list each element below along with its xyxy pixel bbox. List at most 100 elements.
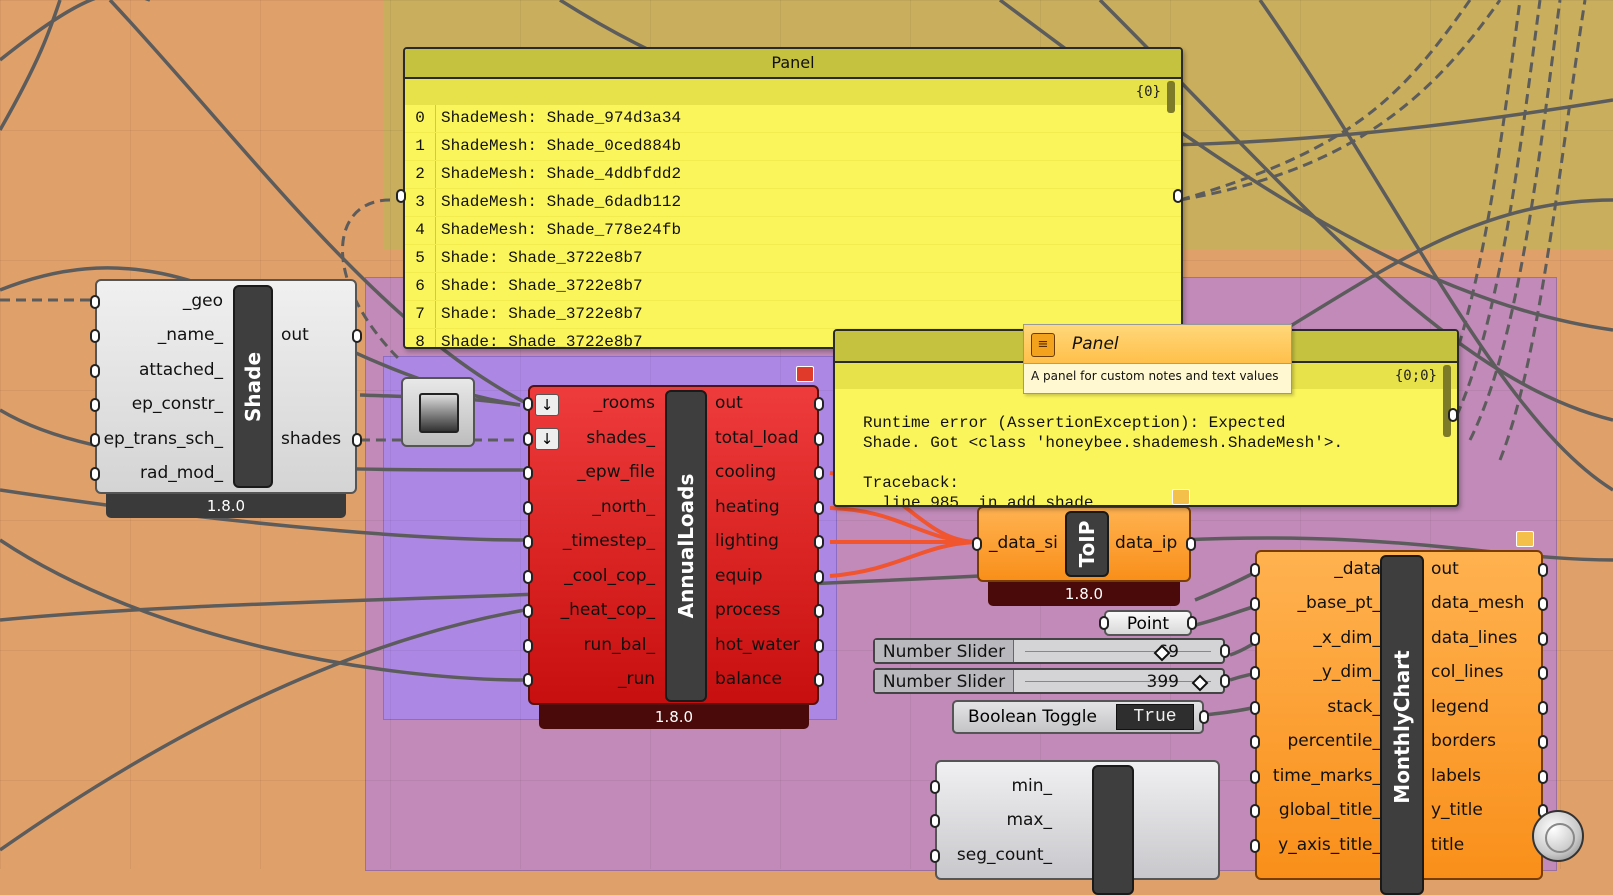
component-title[interactable]	[1092, 765, 1134, 895]
component-title[interactable]: Shade	[233, 285, 273, 488]
panel-row: 4 ShadeMesh: Shade_778e24fb	[405, 217, 1181, 245]
number-slider[interactable]: Number Slider 399	[873, 668, 1230, 694]
canvas-navigation-widget[interactable]	[1532, 810, 1584, 862]
output-port[interactable]	[1538, 701, 1548, 715]
output-port[interactable]	[814, 570, 824, 584]
output-port[interactable]	[814, 501, 824, 515]
row-text: ShadeMesh: Shade_778e24fb	[441, 221, 682, 239]
input-port[interactable]	[1250, 563, 1260, 577]
toggle-value[interactable]: True	[1116, 704, 1194, 730]
wire-dashed	[1468, 0, 1562, 441]
boolean-toggle[interactable]: Boolean Toggle True	[952, 700, 1209, 734]
output-port[interactable]	[1538, 735, 1548, 749]
panel-scrollbar[interactable]	[1443, 365, 1451, 437]
input-port[interactable]	[1250, 770, 1260, 784]
input-label-heat-cop: _heat_cop_	[560, 600, 655, 620]
output-port[interactable]	[1538, 597, 1548, 611]
panel-shade-list[interactable]: Panel {0} 0 ShadeMesh: Shade_974d3a34 1 Sh…	[403, 47, 1183, 349]
input-port[interactable]	[523, 432, 533, 446]
output-port[interactable]	[814, 604, 824, 618]
input-port[interactable]	[90, 295, 100, 309]
output-label-data-lines: data_lines	[1431, 628, 1518, 648]
input-port[interactable]	[523, 639, 533, 653]
annual-loads-component[interactable]: ↓ ↓ _rooms shades_ _epw_file _north_ _ti…	[523, 385, 824, 705]
input-port[interactable]	[1250, 735, 1260, 749]
input-port[interactable]	[523, 501, 533, 515]
output-port[interactable]	[814, 466, 824, 480]
row-text: ShadeMesh: Shade_4ddbfdd2	[441, 165, 682, 183]
output-port[interactable]	[1199, 710, 1209, 724]
input-port[interactable]	[90, 329, 100, 343]
toip-component[interactable]: _data_si ToIP data_ip	[972, 506, 1196, 582]
input-port[interactable]	[90, 398, 100, 412]
message-bubble-icon[interactable]	[1516, 531, 1534, 547]
output-port[interactable]	[1220, 644, 1230, 658]
output-port[interactable]	[814, 432, 824, 446]
message-bubble-icon[interactable]	[1172, 489, 1190, 505]
output-port[interactable]	[352, 329, 362, 343]
input-port[interactable]	[1099, 616, 1109, 630]
output-label-borders: borders	[1431, 731, 1496, 751]
output-port[interactable]	[1448, 408, 1458, 422]
output-port[interactable]	[1173, 189, 1183, 203]
panel-title[interactable]: Panel	[405, 49, 1181, 79]
output-port[interactable]	[814, 673, 824, 687]
input-port[interactable]	[523, 570, 533, 584]
input-port[interactable]	[90, 364, 100, 378]
input-port[interactable]	[930, 849, 940, 863]
output-label-data-ip: data_ip	[1115, 533, 1178, 553]
relay-param[interactable]	[401, 377, 475, 447]
message-bubble-icon[interactable]	[796, 366, 814, 382]
input-port[interactable]	[90, 433, 100, 447]
point-param[interactable]: Point	[1099, 610, 1197, 636]
slider-track[interactable]	[1025, 651, 1211, 652]
input-port[interactable]	[523, 604, 533, 618]
output-port[interactable]	[1220, 674, 1230, 688]
input-port[interactable]	[523, 535, 533, 549]
input-port[interactable]	[1250, 804, 1260, 818]
monthly-chart-component[interactable]: _data _base_pt_ _x_dim_ _y_dim_ stack_ p…	[1250, 550, 1548, 895]
component-title[interactable]: ToIP	[1065, 511, 1109, 577]
input-port[interactable]	[523, 397, 533, 411]
input-port[interactable]	[523, 673, 533, 687]
input-port[interactable]	[1250, 597, 1260, 611]
output-label-out: out	[715, 393, 743, 413]
output-port[interactable]	[814, 535, 824, 549]
input-port[interactable]	[523, 466, 533, 480]
output-port[interactable]	[352, 433, 362, 447]
domain-component[interactable]: min_ max_ seg_count_	[930, 760, 1220, 895]
output-port[interactable]	[1538, 563, 1548, 577]
output-port[interactable]	[1538, 666, 1548, 680]
input-port[interactable]	[972, 537, 982, 551]
input-port[interactable]	[930, 814, 940, 828]
input-port[interactable]	[396, 189, 406, 203]
input-port[interactable]	[1250, 632, 1260, 646]
output-port[interactable]	[1186, 537, 1196, 551]
output-port[interactable]	[1187, 616, 1197, 630]
panel-row: 2 ShadeMesh: Shade_4ddbfdd2	[405, 161, 1181, 189]
slider-track[interactable]	[1025, 681, 1211, 682]
input-port[interactable]	[1250, 839, 1260, 853]
output-port[interactable]	[814, 639, 824, 653]
output-port[interactable]	[1538, 770, 1548, 784]
row-text: Shade: Shade_3722e8b7	[441, 249, 643, 267]
slider-knob[interactable]	[1191, 674, 1209, 692]
row-text: Shade: Shade_3722e8b7	[441, 333, 643, 349]
panel-scrollbar[interactable]	[1167, 81, 1175, 113]
navigation-ring-icon	[1545, 823, 1575, 853]
input-port[interactable]	[1250, 666, 1260, 680]
input-port[interactable]	[930, 780, 940, 794]
arrow-down-icon[interactable]: ↓	[535, 428, 559, 450]
input-port[interactable]	[90, 467, 100, 481]
input-label-seg-count: seg_count_	[956, 845, 1052, 865]
output-port[interactable]	[1538, 632, 1548, 646]
output-label-title: title	[1431, 835, 1465, 855]
number-slider[interactable]: Number Slider 69	[873, 638, 1230, 664]
output-port[interactable]	[814, 397, 824, 411]
component-title[interactable]: AnnualLoads	[665, 390, 707, 702]
active-wire	[829, 540, 976, 578]
shade-component[interactable]: _geo _name_ attached_ ep_constr_ ep_tran…	[90, 279, 362, 494]
arrow-down-icon[interactable]: ↓	[535, 394, 559, 416]
component-title[interactable]: MonthlyChart	[1380, 555, 1424, 895]
input-port[interactable]	[1250, 701, 1260, 715]
